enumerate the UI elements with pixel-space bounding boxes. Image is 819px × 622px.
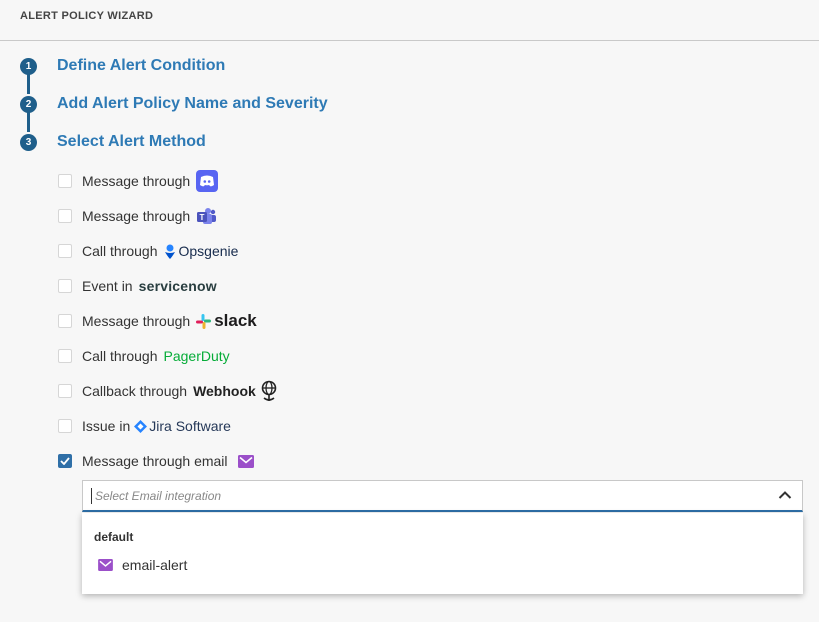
chevron-up-icon[interactable] [778,490,792,500]
step-label: Add Alert Policy Name and Severity [57,95,328,112]
option-slack[interactable]: Message through slack [58,310,257,332]
jira-wordmark: Jira Software [149,418,231,434]
option-webhook[interactable]: Callback through Webhook [58,380,278,402]
option-discord[interactable]: Message through [58,170,219,192]
step-number: 3 [20,133,37,151]
option-label: Callback through [82,383,188,399]
opsgenie-wordmark: Opsgenie [178,243,239,259]
option-label: Message through email [82,453,228,469]
slack-wordmark: slack [214,311,257,330]
option-label: Event in [82,278,133,294]
option-label: Issue in [82,418,131,434]
step-name-severity[interactable]: 2 Add Alert Policy Name and Severity [20,93,328,115]
jira-logo: Jira Software [134,418,231,434]
email-integration-dropdown: default email-alert [82,513,803,594]
wizard-header: ALERT POLICY WIZARD [0,0,819,41]
opsgenie-checkbox[interactable] [58,244,72,258]
slack-checkbox[interactable] [58,314,72,328]
discord-checkbox[interactable] [58,174,72,188]
dropdown-group-label: default [94,530,134,544]
step-select-method[interactable]: 3 Select Alert Method [20,131,206,153]
servicenow-wordmark: servicenow [138,278,217,294]
servicenow-checkbox[interactable] [58,279,72,293]
svg-text:T: T [200,213,205,222]
step-number: 2 [20,95,37,113]
wizard-title: ALERT POLICY WIZARD [20,10,154,22]
email-icon [98,559,113,571]
email-checkbox[interactable] [58,454,72,468]
option-pagerduty[interactable]: Call through PagerDuty [58,345,230,367]
jira-checkbox[interactable] [58,419,72,433]
opsgenie-logo: Opsgenie [164,243,239,259]
option-label: Message through [82,173,191,189]
step-label: Define Alert Condition [57,57,226,74]
teams-checkbox[interactable] [58,209,72,223]
step-label: Select Alert Method [57,133,206,150]
option-servicenow[interactable]: Event in servicenow [58,275,217,297]
opsgenie-icon [164,244,175,259]
option-label: Message through [82,313,191,329]
step-connector [27,112,30,132]
pagerduty-checkbox[interactable] [58,349,72,363]
dropdown-option-email-alert[interactable]: email-alert [98,557,187,573]
option-label: Call through [82,348,158,364]
pagerduty-wordmark: PagerDuty [163,348,230,364]
email-integration-select[interactable]: Select Email integration [82,480,803,512]
option-label: Call through [82,243,158,259]
email-icon [237,454,254,468]
pagerduty-logo: PagerDuty [164,348,230,364]
step-connector [27,74,30,94]
step-define-condition[interactable]: 1 Define Alert Condition [20,55,225,77]
checkmark-icon [60,457,70,465]
email-integration-input[interactable]: Select Email integration [95,489,221,503]
webhook-logo: Webhook [193,380,278,402]
option-teams[interactable]: Message through T [58,205,217,227]
slack-logo: slack [196,311,257,331]
text-cursor [91,488,92,504]
option-email[interactable]: Message through email [58,450,254,472]
jira-icon [134,419,148,433]
option-label: Message through [82,208,191,224]
webhook-icon [261,380,277,401]
webhook-wordmark: Webhook [193,383,256,399]
option-jira[interactable]: Issue in Jira Software [58,415,231,437]
step-number: 1 [20,57,37,75]
slack-icon [196,313,212,329]
teams-icon: T [196,207,217,225]
discord-icon [196,170,219,192]
webhook-checkbox[interactable] [58,384,72,398]
dropdown-option-label: email-alert [122,557,188,573]
option-opsgenie[interactable]: Call through Opsgenie [58,240,238,262]
servicenow-logo: servicenow [139,278,217,294]
